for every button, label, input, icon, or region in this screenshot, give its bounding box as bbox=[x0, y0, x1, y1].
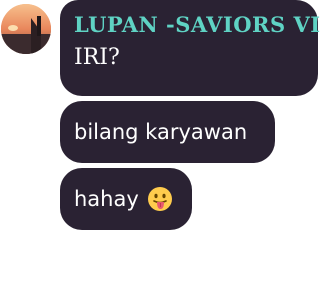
message-bubble[interactable]: bilang karyawan bbox=[60, 101, 275, 163]
message-bubble[interactable]: hahay bbox=[60, 168, 192, 230]
sender-name[interactable]: LUPAN -SAVIORS VI bbox=[74, 10, 320, 40]
message-group: LUPAN -SAVIORS VI IRI? bilang karyawan h… bbox=[0, 0, 320, 283]
message-text: IRI? bbox=[74, 45, 120, 70]
face-with-tongue-icon bbox=[147, 186, 173, 212]
message-text: bilang karyawan bbox=[74, 120, 248, 144]
sender-avatar[interactable] bbox=[1, 4, 51, 54]
message-bubble[interactable]: LUPAN -SAVIORS VI IRI? bbox=[60, 0, 320, 96]
message-text: hahay bbox=[74, 187, 139, 211]
